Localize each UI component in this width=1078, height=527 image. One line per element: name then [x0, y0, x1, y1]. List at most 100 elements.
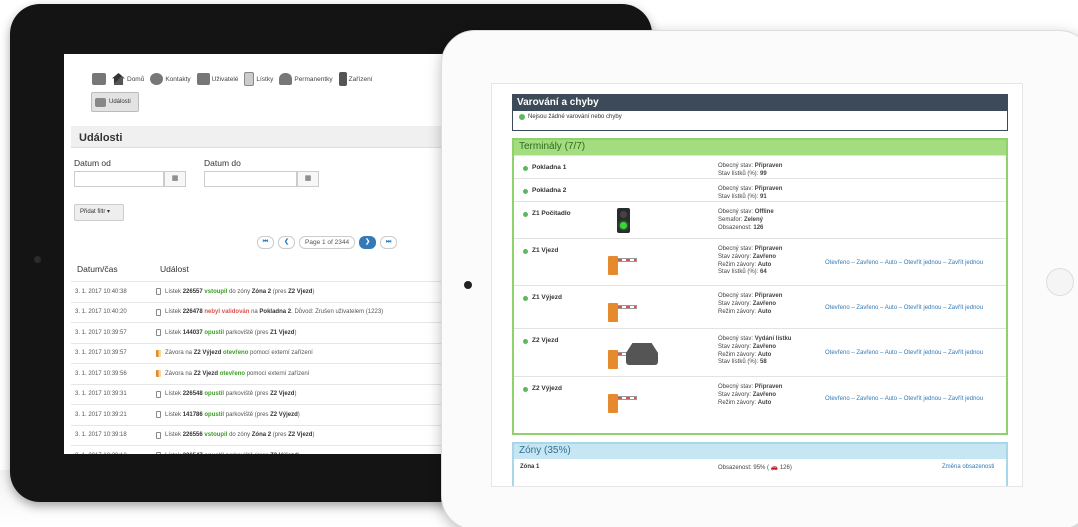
- prev-page-button[interactable]: ❮: [278, 236, 295, 249]
- barrier-control-links[interactable]: Otevřeno – Zavřeno – Auto – Otevřít jedn…: [825, 396, 983, 402]
- event-text-part: 226548: [182, 391, 205, 398]
- status-value: Auto: [757, 399, 772, 406]
- barrier-control-links[interactable]: Otevřeno – Zavřeno – Auto – Otevřít jedn…: [825, 260, 983, 266]
- status-key: Semafor:: [718, 216, 745, 223]
- event-text-part: Lístek: [165, 432, 183, 439]
- status-value: Připraven: [754, 186, 783, 192]
- change-occupancy-link[interactable]: Změna obsazenosti: [942, 464, 994, 470]
- status-key: Stav závory:: [718, 253, 753, 260]
- status-line: Stav lístků (%): 58: [718, 359, 791, 367]
- status-line: Stav lístků (%): 64: [718, 269, 782, 277]
- event-text-part: (pres: [271, 288, 289, 295]
- terminal-status: Obecný stav: Připraven Stav lístků (%): 9…: [718, 163, 782, 179]
- last-page-button[interactable]: ⏭: [380, 236, 398, 249]
- list-icon: [95, 97, 106, 107]
- date-to-input[interactable]: [204, 171, 297, 187]
- status-value: Auto: [757, 351, 772, 358]
- status-key: Obecný stav:: [718, 246, 755, 252]
- status-line: Stav závory: Zavřeno: [718, 254, 782, 262]
- terminal-row: Z2 Výjezd Obecný stav: Připraven Stav závo…: [514, 376, 1006, 419]
- status-icon: [523, 296, 528, 301]
- event-text-part: (pres: [271, 432, 289, 439]
- status-key: Obecný stav:: [718, 336, 755, 342]
- settings-icon[interactable]: [92, 73, 106, 85]
- event-text-part: Pokladna 2: [259, 309, 292, 316]
- calendar-icon[interactable]: ▦: [297, 171, 319, 187]
- tickets-icon: [244, 72, 255, 86]
- column-header-event[interactable]: Událost: [160, 264, 189, 274]
- event-text-part: Lístek: [165, 411, 183, 418]
- event-text-part: vstoupil: [204, 288, 228, 295]
- status-line: Stav závory: Zavřeno: [718, 392, 782, 400]
- table-row: 3. 1. 2017 10:40:38 Lístek 226557 vstoupi…: [71, 281, 452, 302]
- terminal-row: Z1 Počítadlo Obecný stav: Offline Semafor:…: [514, 201, 1006, 238]
- status-key: Režim závory:: [718, 399, 758, 406]
- event-text-part: ): [294, 329, 297, 336]
- event-time: 3. 1. 2017 10:39:57: [75, 350, 127, 357]
- event-text-part: Z1 Vjezd: [270, 329, 295, 336]
- status-key: Stav závory:: [718, 300, 753, 307]
- event-text-part: do zóny: [227, 432, 252, 439]
- events-nav-button[interactable]: Události: [91, 92, 139, 112]
- barrier-control-links[interactable]: Otevřeno – Zavřeno – Auto – Otevřít jedn…: [825, 305, 983, 311]
- nav-item-passes[interactable]: Permanentky: [279, 73, 333, 85]
- event-text-part: parkoviště (pres: [224, 391, 271, 398]
- pagination: ⏮ ❮ Page 1 of 2344 ❯ ⏭: [257, 236, 398, 249]
- warnings-panel: Varování a chyby Nejsou žádné varování n…: [512, 94, 1008, 131]
- date-from-input[interactable]: [74, 171, 164, 187]
- users-icon: [196, 73, 210, 85]
- status-line: Obecný stav: Vydání lístku: [718, 336, 791, 344]
- event-text: Lístek 226547 opustil parkoviště (pres Z…: [165, 453, 300, 454]
- event-text-part: opustil: [204, 453, 224, 454]
- nav-item-home[interactable]: Domů: [112, 73, 144, 85]
- status-value: Zavřeno: [752, 253, 777, 260]
- check-icon: [519, 114, 525, 120]
- nav-item-users[interactable]: Uživatelé: [196, 73, 238, 85]
- next-page-button[interactable]: ❯: [359, 236, 377, 249]
- status-key: Stav lístků (%):: [718, 269, 761, 276]
- first-page-button[interactable]: ⏮: [257, 236, 274, 249]
- event-text: Lístek 141786 opustil parkoviště (pres Z…: [165, 412, 300, 418]
- status-value: 126: [753, 224, 764, 231]
- event-text-part: 226478: [182, 309, 205, 316]
- event-text-part: ): [297, 411, 300, 418]
- event-text-part: pomocí externí zařízení: [245, 370, 310, 377]
- nav-item-contacts[interactable]: Kontakty: [150, 73, 191, 85]
- home-button-icon: [1046, 268, 1074, 296]
- event-time: 3. 1. 2017 10:40:20: [75, 309, 127, 316]
- event-text-part: vstoupil: [204, 432, 228, 439]
- status-icon: [523, 249, 528, 254]
- barrier-control-links[interactable]: Otevřeno – Zavřeno – Auto – Otevřít jedn…: [825, 350, 983, 356]
- event-text-part: Z2 Vjezd: [270, 391, 295, 398]
- calendar-icon[interactable]: ▦: [164, 171, 186, 187]
- add-filter-button[interactable]: Přidat filtr ▾: [74, 204, 124, 221]
- status-value: 91: [760, 193, 767, 200]
- terminal-status: Obecný stav: Připraven Stav závory: Zavře…: [718, 384, 782, 407]
- event-text-part: opustil: [204, 411, 225, 418]
- nav-item-tickets[interactable]: Lístky: [244, 72, 273, 86]
- event-text-part: Zóna 2: [251, 432, 272, 439]
- table-row: 3. 1. 2017 10:39:57 Lístek 144037 opustil…: [71, 322, 452, 343]
- terminals-title: Terminály (7/7): [514, 140, 1006, 155]
- status-key: Režim závory:: [718, 308, 758, 315]
- event-text-part: parkoviště (pres: [224, 453, 270, 454]
- status-value: Připraven: [754, 293, 783, 299]
- car-icon: [279, 73, 293, 85]
- status-key: Stav závory:: [718, 343, 753, 350]
- status-key: Obsazenost:: [718, 224, 754, 231]
- event-text-part: Lístek: [165, 309, 183, 316]
- column-header-time[interactable]: Datum/čas: [77, 264, 118, 274]
- event-text-part: 141786: [182, 411, 205, 418]
- event-text-part: 226547: [183, 453, 205, 454]
- status-value: 58: [760, 359, 767, 366]
- barrier-icon: [608, 387, 644, 413]
- ticket-icon: [156, 390, 161, 398]
- ticket-icon: [156, 329, 161, 337]
- event-time: 3. 1. 2017 10:39:57: [75, 329, 127, 336]
- event-text-part: do zóny: [227, 288, 252, 295]
- terminal-row: Pokladna 2 Obecný stav: Připraven Stav lís…: [514, 178, 1006, 201]
- nav-item-devices[interactable]: Zařízení: [338, 72, 373, 86]
- event-text-part: Z2 Výjezd: [270, 411, 298, 418]
- event-text-part: Z2 Vjezd: [288, 432, 313, 439]
- table-row: 3. 1. 2017 10:39:57 Závora na Z2 Výjezd o…: [71, 342, 452, 364]
